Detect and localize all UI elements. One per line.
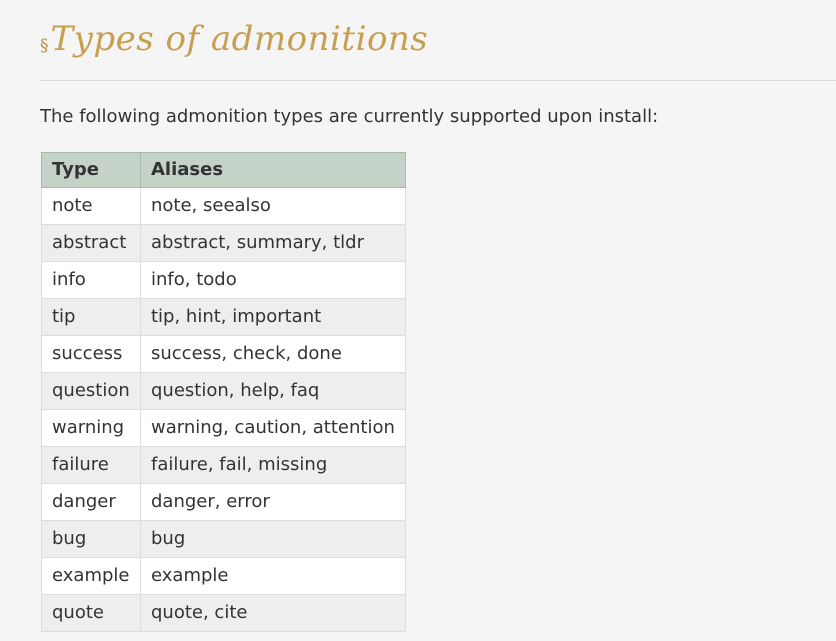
intro-paragraph: The following admonition types are curre…	[40, 106, 659, 127]
table-row: danger danger, error	[41, 483, 406, 521]
aliases-cell: question, help, faq	[140, 372, 406, 410]
type-cell: example	[41, 557, 141, 595]
aliases-cell: bug	[140, 520, 406, 558]
aliases-cell: tip, hint, important	[140, 298, 406, 336]
table-row: example example	[41, 557, 406, 595]
type-cell: quote	[41, 594, 141, 632]
aliases-cell: quote, cite	[140, 594, 406, 632]
table-row: success success, check, done	[41, 335, 406, 373]
type-cell: abstract	[41, 224, 141, 262]
type-cell: bug	[41, 520, 141, 558]
table-header-row: Type Aliases	[41, 152, 406, 188]
type-cell: question	[41, 372, 141, 410]
aliases-cell: failure, fail, missing	[140, 446, 406, 484]
table-row: question question, help, faq	[41, 372, 406, 410]
type-cell: tip	[41, 298, 141, 336]
type-cell: warning	[41, 409, 141, 447]
aliases-cell: danger, error	[140, 483, 406, 521]
type-cell: success	[41, 335, 141, 373]
section-anchor-link[interactable]: §	[40, 36, 49, 68]
aliases-cell: success, check, done	[140, 335, 406, 373]
type-cell: failure	[41, 446, 141, 484]
type-cell: danger	[41, 483, 141, 521]
table-row: failure failure, fail, missing	[41, 446, 406, 484]
table-row: bug bug	[41, 520, 406, 558]
type-cell: note	[41, 187, 141, 225]
table-row: abstract abstract, summary, tldr	[41, 224, 406, 262]
heading-divider	[40, 80, 836, 81]
aliases-cell: note, seealso	[140, 187, 406, 225]
aliases-cell: info, todo	[140, 261, 406, 299]
type-cell: info	[41, 261, 141, 299]
section-heading: § Types of admonitions	[40, 12, 428, 68]
column-header-type: Type	[41, 152, 141, 188]
section-title: Types of admonitions	[50, 19, 429, 59]
table-row: tip tip, hint, important	[41, 298, 406, 336]
aliases-cell: abstract, summary, tldr	[140, 224, 406, 262]
table-row: info info, todo	[41, 261, 406, 299]
admonition-types-table: Type Aliases note note, seealso abstract…	[41, 152, 406, 632]
column-header-aliases: Aliases	[140, 152, 406, 188]
aliases-cell: warning, caution, attention	[140, 409, 406, 447]
table-row: note note, seealso	[41, 187, 406, 225]
table-row: warning warning, caution, attention	[41, 409, 406, 447]
aliases-cell: example	[140, 557, 406, 595]
table-row: quote quote, cite	[41, 594, 406, 632]
